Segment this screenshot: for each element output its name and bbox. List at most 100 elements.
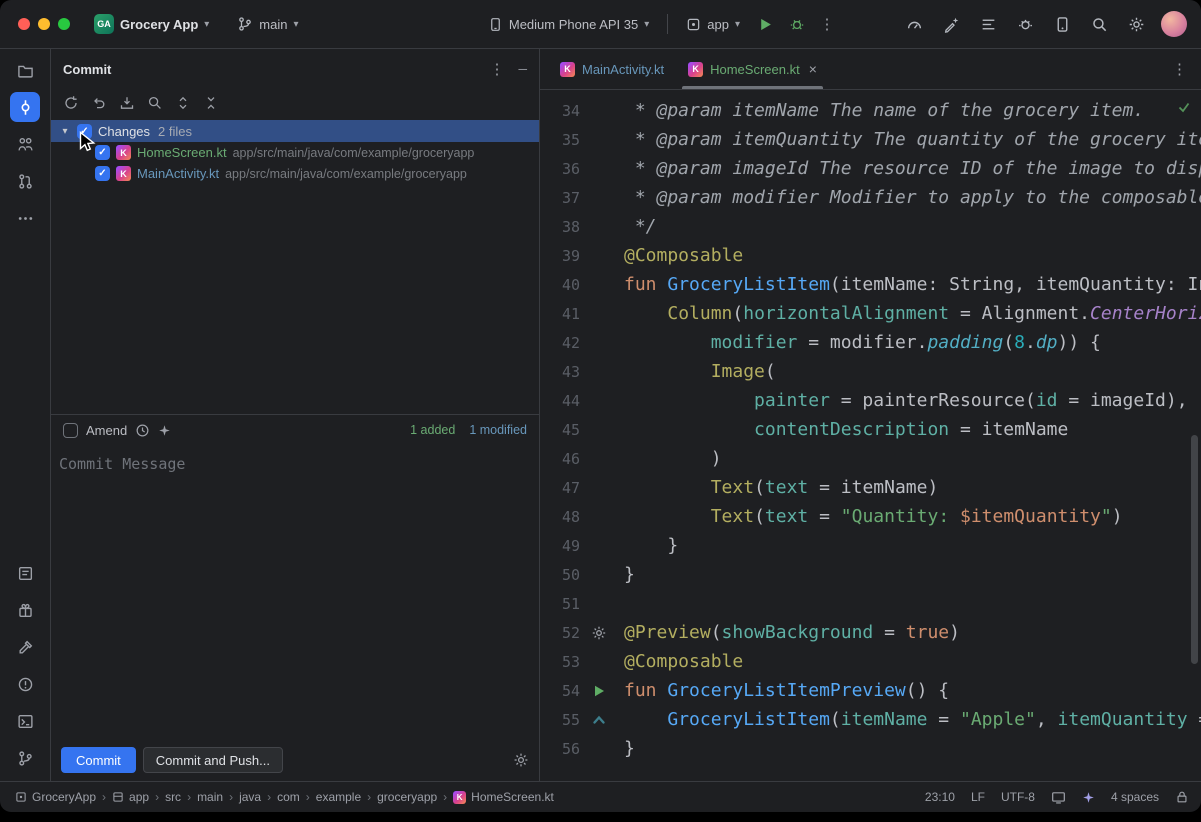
code-line[interactable]: 43 Image( — [540, 357, 1201, 386]
refresh-icon[interactable] — [63, 95, 79, 111]
debug-button[interactable] — [784, 11, 810, 37]
settings-icon[interactable] — [1124, 12, 1148, 36]
close-tab-icon[interactable]: × — [809, 61, 817, 77]
profiler-icon[interactable] — [902, 12, 926, 36]
tab-mainactivity[interactable]: K MainActivity.kt — [548, 49, 676, 89]
breadcrumb-item[interactable]: src — [162, 788, 184, 806]
window-zoom-icon[interactable] — [58, 18, 70, 30]
editor-options-kebab-icon[interactable]: ⋮ — [1172, 49, 1201, 89]
breadcrumb-item[interactable]: example — [313, 788, 364, 806]
screen-mirror-icon[interactable] — [1051, 790, 1066, 805]
options-kebab-icon[interactable]: ⋮ — [489, 62, 504, 77]
code-area[interactable]: 34 * @param itemName The name of the gro… — [540, 90, 1201, 781]
breadcrumb-item[interactable]: com — [274, 788, 303, 806]
pull-requests-tool-icon[interactable] — [10, 166, 40, 196]
tab-homescreen[interactable]: K HomeScreen.kt × — [676, 49, 829, 89]
window-close-icon[interactable] — [18, 18, 30, 30]
amend-checkbox[interactable] — [63, 423, 78, 438]
commit-tool-icon[interactable] — [10, 92, 40, 122]
ask-gemini-icon[interactable] — [939, 12, 963, 36]
cursor-position[interactable]: 23:10 — [925, 790, 955, 804]
build-tool-icon[interactable] — [10, 632, 40, 662]
structure-tool-icon[interactable] — [10, 129, 40, 159]
logcat-icon[interactable] — [976, 12, 1000, 36]
run-gutter-icon[interactable] — [580, 684, 618, 698]
file-encoding[interactable]: UTF-8 — [1001, 790, 1035, 804]
breadcrumb-item[interactable]: main — [194, 788, 226, 806]
breadcrumb-item[interactable]: KHomeScreen.kt — [450, 788, 557, 806]
code-line[interactable]: 39@Composable — [540, 241, 1201, 270]
device-selector[interactable]: Medium Phone API 35 ▾ — [482, 13, 655, 36]
commit-button[interactable]: Commit — [61, 747, 136, 773]
code-line[interactable]: 37 * @param modifier Modifier to apply t… — [540, 183, 1201, 212]
expand-all-icon[interactable] — [175, 95, 191, 111]
code-line[interactable]: 41 Column(horizontalAlignment = Alignmen… — [540, 299, 1201, 328]
code-line[interactable]: 34 * @param itemName The name of the gro… — [540, 96, 1201, 125]
commit-and-push-button[interactable]: Commit and Push... — [143, 747, 283, 773]
breadcrumb-item[interactable]: app — [109, 788, 152, 806]
app-quality-insights-tool-icon[interactable] — [10, 595, 40, 625]
changed-file-row[interactable]: KHomeScreen.ktapp/src/main/java/com/exam… — [51, 142, 539, 163]
changes-checkbox[interactable] — [77, 124, 92, 139]
device-manager-icon[interactable] — [1050, 12, 1074, 36]
project-selector[interactable]: GA Grocery App ▾ — [88, 10, 215, 38]
code-line[interactable]: 51 — [540, 589, 1201, 618]
branch-selector[interactable]: main ▾ — [231, 12, 304, 36]
ai-sparkle-icon[interactable] — [158, 424, 171, 437]
code-line[interactable]: 42 modifier = modifier.padding(8.dp)) { — [540, 328, 1201, 357]
more-tools-icon[interactable] — [10, 203, 40, 233]
project-tool-icon[interactable] — [10, 55, 40, 85]
changed-file-row[interactable]: KMainActivity.ktapp/src/main/java/com/ex… — [51, 163, 539, 184]
window-minimize-icon[interactable] — [38, 18, 50, 30]
version-control-tool-icon[interactable] — [10, 743, 40, 773]
rollback-icon[interactable] — [91, 95, 107, 111]
terminal-tool-icon[interactable] — [10, 706, 40, 736]
more-actions-icon[interactable]: ⋮ — [816, 11, 838, 37]
problems-tool-icon[interactable] — [10, 669, 40, 699]
code-line[interactable]: 45 contentDescription = itemName — [540, 415, 1201, 444]
user-avatar[interactable] — [1161, 11, 1187, 37]
history-clock-icon[interactable] — [135, 423, 150, 438]
collapse-all-icon[interactable] — [203, 95, 219, 111]
commit-settings-gear-icon[interactable] — [513, 752, 529, 768]
code-line[interactable]: 40fun GroceryListItem(itemName: String, … — [540, 270, 1201, 299]
code-line[interactable]: 49 } — [540, 531, 1201, 560]
indent-config[interactable]: 4 spaces — [1111, 790, 1159, 804]
shelve-icon[interactable] — [119, 95, 135, 111]
app-inspection-icon[interactable] — [1013, 12, 1037, 36]
gemini-status-icon[interactable] — [1082, 791, 1095, 804]
inspections-ok-icon[interactable] — [1177, 98, 1191, 119]
code-line[interactable]: 56} — [540, 734, 1201, 763]
run-button[interactable] — [752, 11, 778, 37]
code-line[interactable]: 44 painter = painterResource(id = imageI… — [540, 386, 1201, 415]
file-checkbox[interactable] — [95, 166, 110, 181]
code-line[interactable]: 52@Preview(showBackground = true) — [540, 618, 1201, 647]
file-checkbox[interactable] — [95, 145, 110, 160]
logcat-tool-icon[interactable] — [10, 558, 40, 588]
line-separator[interactable]: LF — [971, 790, 985, 804]
run-configuration-selector[interactable]: app ▾ — [680, 13, 746, 36]
diff-preview-icon[interactable] — [147, 95, 163, 111]
commit-message-input[interactable] — [51, 445, 539, 739]
editor-scrollbar[interactable] — [1191, 435, 1198, 664]
code-line[interactable]: 47 Text(text = itemName) — [540, 473, 1201, 502]
caret-gutter-icon[interactable] — [580, 713, 618, 727]
gear-gutter-icon[interactable] — [580, 625, 618, 641]
code-line[interactable]: 53@Composable — [540, 647, 1201, 676]
code-line[interactable]: 48 Text(text = "Quantity: $itemQuantity"… — [540, 502, 1201, 531]
hide-panel-icon[interactable]: ─ — [518, 63, 527, 75]
code-line[interactable]: 55 GroceryListItem(itemName = "Apple", i… — [540, 705, 1201, 734]
search-icon[interactable] — [1087, 12, 1111, 36]
code-line[interactable]: 50} — [540, 560, 1201, 589]
code-line[interactable]: 54fun GroceryListItemPreview() { — [540, 676, 1201, 705]
expand-chevron-icon[interactable]: ▾ — [59, 126, 71, 137]
breadcrumb-item[interactable]: java — [236, 788, 264, 806]
code-line[interactable]: 35 * @param itemQuantity The quantity of… — [540, 125, 1201, 154]
breadcrumb-item[interactable]: GroceryApp — [12, 788, 99, 806]
breadcrumb-item[interactable]: groceryapp — [374, 788, 440, 806]
changes-root-row[interactable]: ▾ Changes 2 files — [51, 120, 539, 142]
code-line[interactable]: 36 * @param imageId The resource ID of t… — [540, 154, 1201, 183]
code-line[interactable]: 38 */ — [540, 212, 1201, 241]
lock-icon[interactable] — [1175, 790, 1189, 804]
code-line[interactable]: 46 ) — [540, 444, 1201, 473]
